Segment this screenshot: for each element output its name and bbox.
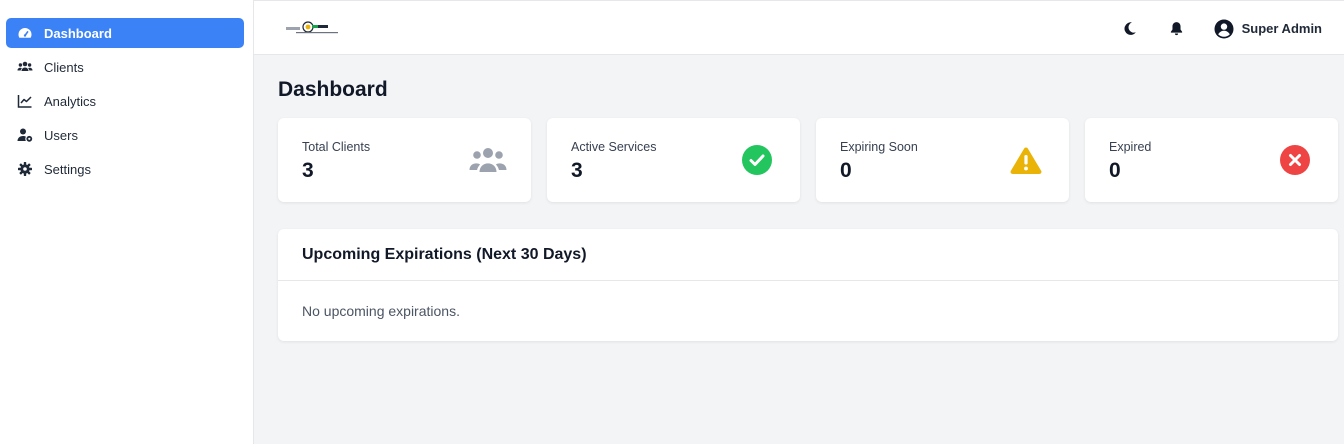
x-circle-icon — [1276, 145, 1314, 175]
stat-card-active-services: Active Services 3 — [547, 118, 800, 202]
gauge-icon — [15, 25, 35, 41]
stat-label: Expired — [1109, 140, 1152, 154]
sidebar-item-dashboard[interactable]: Dashboard — [6, 18, 244, 48]
stat-card-expiring-soon: Expiring Soon 0 — [816, 118, 1069, 202]
stat-value: 0 — [1109, 159, 1121, 182]
top-bar: Super Admin — [254, 0, 1344, 55]
stat-label: Expiring Soon — [840, 140, 918, 154]
sidebar-item-users[interactable]: Users — [6, 120, 244, 150]
page-title: Dashboard — [278, 78, 388, 101]
users-icon — [469, 145, 507, 175]
main-content: Dashboard Total Clients 3 Active Service… — [278, 55, 1338, 341]
sidebar-item-analytics[interactable]: Analytics — [6, 86, 244, 116]
stat-label: Total Clients — [302, 140, 371, 154]
upcoming-expirations-panel: Upcoming Expirations (Next 30 Days) No u… — [278, 229, 1338, 341]
stat-value: 0 — [840, 159, 852, 182]
bell-icon[interactable] — [1167, 19, 1187, 39]
sidebar-item-label: Analytics — [44, 93, 97, 109]
user-gear-icon — [15, 127, 35, 143]
users-icon — [15, 59, 35, 75]
panel-title: Upcoming Expirations (Next 30 Days) — [278, 229, 1338, 281]
chart-line-icon — [15, 93, 35, 109]
moon-icon[interactable] — [1120, 19, 1140, 39]
stat-label: Active Services — [571, 140, 657, 154]
user-menu[interactable]: Super Admin — [1214, 19, 1322, 39]
sidebar-item-label: Users — [44, 127, 78, 143]
sidebar-item-settings[interactable]: Settings — [6, 154, 244, 184]
sidebar-item-label: Dashboard — [44, 25, 112, 41]
gear-icon — [15, 161, 35, 177]
header-actions: Super Admin — [1093, 1, 1322, 56]
sidebar: Dashboard Clients Analytics Users Settin… — [0, 0, 254, 444]
sidebar-item-clients[interactable]: Clients — [6, 52, 244, 82]
sidebar-item-label: Settings — [44, 161, 91, 177]
logo[interactable] — [286, 19, 342, 37]
user-circle-icon — [1214, 19, 1234, 39]
stat-card-total-clients: Total Clients 3 — [278, 118, 531, 202]
check-circle-icon — [738, 145, 776, 175]
stat-cards: Total Clients 3 Active Services 3 Expiri… — [278, 118, 1338, 202]
user-name: Super Admin — [1241, 21, 1322, 36]
stat-card-expired: Expired 0 — [1085, 118, 1338, 202]
empty-state-text: No upcoming expirations. — [302, 303, 460, 319]
sidebar-item-label: Clients — [44, 59, 84, 75]
stat-value: 3 — [571, 159, 583, 182]
warning-icon — [1007, 145, 1045, 175]
stat-value: 3 — [302, 159, 314, 182]
